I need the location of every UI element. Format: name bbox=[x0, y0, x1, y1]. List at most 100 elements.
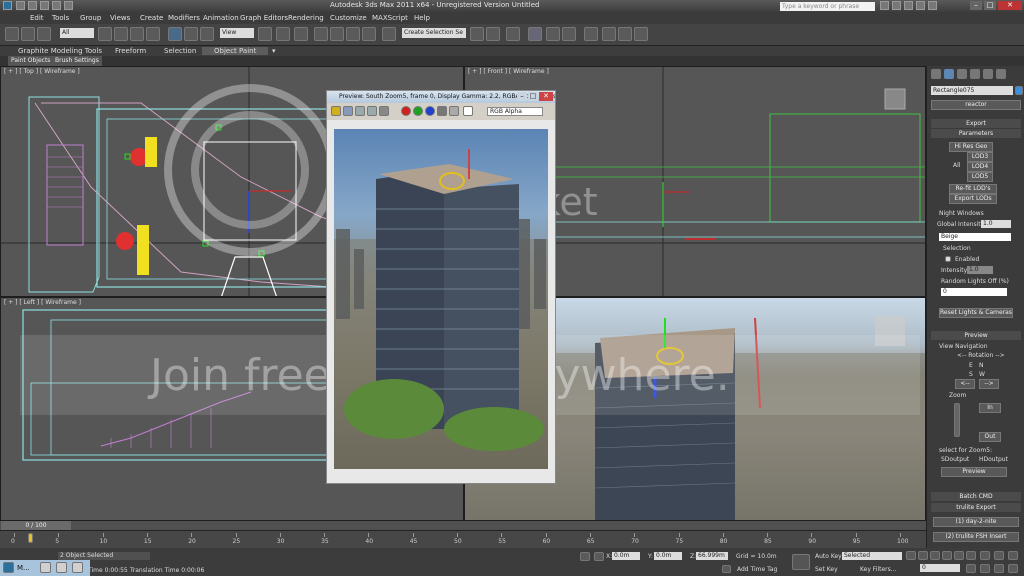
select-by-name-button[interactable] bbox=[114, 27, 128, 41]
alpha-channel-icon[interactable] bbox=[437, 106, 447, 116]
undo-icon[interactable] bbox=[52, 1, 61, 10]
enabled-checkbox[interactable] bbox=[945, 256, 951, 262]
go-to-start-icon[interactable] bbox=[906, 551, 916, 560]
maximize-viewport-icon[interactable] bbox=[1008, 551, 1018, 560]
monochrome-icon[interactable] bbox=[449, 106, 459, 116]
swatch-icon[interactable] bbox=[463, 106, 473, 116]
select-object-button[interactable] bbox=[98, 27, 112, 41]
previous-frame-icon[interactable] bbox=[918, 551, 928, 560]
edit-named-selection-button[interactable] bbox=[382, 27, 396, 41]
clear-icon[interactable] bbox=[379, 106, 389, 116]
compass-s[interactable]: S bbox=[969, 371, 973, 378]
display-tab-icon[interactable] bbox=[983, 69, 993, 79]
graphite-toggle-button[interactable] bbox=[528, 27, 542, 41]
ribbon-options-icon[interactable]: ▾ bbox=[272, 47, 276, 55]
add-time-tag-button[interactable]: Add Time Tag bbox=[737, 566, 777, 573]
time-slider-track[interactable]: 0 / 100 bbox=[0, 521, 926, 530]
menu-customize[interactable]: Customize bbox=[330, 14, 367, 22]
tab-freeform[interactable]: Freeform bbox=[115, 47, 146, 55]
menu-tools[interactable]: Tools bbox=[52, 14, 69, 22]
rotate-button[interactable] bbox=[184, 27, 198, 41]
set-key-button[interactable]: Set Key bbox=[815, 566, 838, 573]
open-file-icon[interactable] bbox=[28, 1, 37, 10]
sdoutput-radio[interactable]: SDoutput bbox=[941, 456, 969, 463]
intensity-spinner[interactable]: 1.0 bbox=[967, 266, 993, 274]
help-icon[interactable] bbox=[928, 1, 937, 10]
clone-frame-icon[interactable] bbox=[355, 106, 365, 116]
orbit-icon[interactable] bbox=[994, 564, 1004, 573]
tab-object-paint[interactable]: Object Paint bbox=[202, 47, 269, 55]
global-intensity-spinner[interactable]: 1.0 bbox=[981, 220, 1011, 228]
search-icon[interactable] bbox=[880, 1, 889, 10]
time-slider[interactable]: 0 / 100 bbox=[1, 521, 71, 530]
utilities-tab-icon[interactable] bbox=[996, 69, 1006, 79]
lod5-button[interactable]: LOD5 bbox=[967, 172, 993, 182]
absolute-mode-icon[interactable] bbox=[594, 552, 604, 561]
export-lods-button[interactable]: Export LODs bbox=[949, 194, 997, 204]
tab-selection[interactable]: Selection bbox=[164, 47, 196, 55]
layer-manager-button[interactable] bbox=[506, 27, 520, 41]
tab-graphite-modeling-tools[interactable]: Graphite Modeling Tools bbox=[18, 47, 102, 55]
align-button[interactable] bbox=[486, 27, 500, 41]
time-tag-icon[interactable] bbox=[722, 565, 731, 573]
save-file-icon[interactable] bbox=[40, 1, 49, 10]
hi-res-geo-button[interactable]: Hi Res Geo bbox=[949, 142, 993, 152]
percent-snap-button[interactable] bbox=[346, 27, 360, 41]
key-mode-dropdown[interactable]: Selected bbox=[842, 552, 902, 560]
reset-lights-button[interactable]: Reset Lights & Cameras bbox=[939, 308, 1013, 318]
menu-views[interactable]: Views bbox=[110, 14, 130, 22]
named-selection-dropdown[interactable]: Create Selection Se bbox=[402, 28, 466, 38]
preview-close-button[interactable]: ✕ bbox=[539, 92, 553, 101]
create-tab-icon[interactable] bbox=[931, 69, 941, 79]
current-frame-field[interactable]: 0 bbox=[920, 564, 960, 572]
menu-group[interactable]: Group bbox=[80, 14, 101, 22]
close-button[interactable]: ✕ bbox=[998, 1, 1022, 10]
compass-n[interactable]: N bbox=[979, 362, 984, 369]
schematic-view-button[interactable] bbox=[562, 27, 576, 41]
preview-minimize-button[interactable]: – bbox=[517, 92, 527, 101]
preview-rollout[interactable]: Preview bbox=[931, 331, 1021, 340]
menu-create[interactable]: Create bbox=[140, 14, 163, 22]
red-channel-icon[interactable] bbox=[401, 106, 411, 116]
random-lights-dropdown[interactable]: 0 bbox=[941, 288, 1007, 296]
favorites-icon[interactable] bbox=[916, 1, 925, 10]
render-production-button[interactable] bbox=[634, 27, 648, 41]
snaps-toggle-button[interactable] bbox=[314, 27, 328, 41]
rendered-frame-window-button[interactable] bbox=[618, 27, 632, 41]
lod4-button[interactable]: LOD4 bbox=[967, 162, 993, 172]
object-name-field[interactable]: Rectangle075 bbox=[931, 86, 1013, 95]
communication-icon[interactable] bbox=[904, 1, 913, 10]
window-crossing-button[interactable] bbox=[146, 27, 160, 41]
curve-editor-button[interactable] bbox=[546, 27, 560, 41]
hierarchy-tab-icon[interactable] bbox=[957, 69, 967, 79]
x-coordinate-field[interactable]: 0.0m bbox=[612, 552, 640, 560]
render-setup-button[interactable] bbox=[602, 27, 616, 41]
blue-channel-icon[interactable] bbox=[425, 106, 435, 116]
reactor-button[interactable]: reactor bbox=[931, 100, 1021, 110]
material-editor-button[interactable] bbox=[584, 27, 598, 41]
select-link-button[interactable] bbox=[37, 27, 51, 41]
auto-key-button[interactable]: Auto Key bbox=[815, 553, 842, 560]
angle-snap-button[interactable] bbox=[330, 27, 344, 41]
scale-button[interactable] bbox=[200, 27, 214, 41]
track-bar[interactable]: 0 5 10 15 20 25 30 35 40 45 50 55 60 65 70 75 80 85 90 95 10… bbox=[0, 530, 926, 548]
motion-tab-icon[interactable] bbox=[970, 69, 980, 79]
preview-window[interactable]: Preview: South Zoom5, frame 0, Display G… bbox=[326, 90, 556, 484]
all-label[interactable]: All bbox=[953, 162, 960, 169]
rotate-left-button[interactable]: <-- bbox=[955, 379, 975, 389]
fsh-insert-button[interactable]: (2) trulite FSH Insert bbox=[933, 532, 1019, 542]
go-to-end-icon[interactable] bbox=[954, 551, 964, 560]
compass-e[interactable]: E bbox=[969, 362, 973, 369]
keyboard-shortcut-toggle-button[interactable] bbox=[294, 27, 308, 41]
lock-selection-icon[interactable] bbox=[580, 552, 590, 561]
compass-w[interactable]: W bbox=[979, 371, 985, 378]
minimize-button[interactable]: – bbox=[970, 1, 982, 10]
maximize-button[interactable]: □ bbox=[984, 1, 996, 10]
zoom-out-button[interactable]: Out bbox=[979, 432, 1001, 442]
refit-lods-button[interactable]: Re-fit LOD's bbox=[949, 184, 997, 194]
rectangular-selection-button[interactable] bbox=[130, 27, 144, 41]
print-image-icon[interactable] bbox=[367, 106, 377, 116]
move-button[interactable] bbox=[168, 27, 182, 41]
modify-tab-icon[interactable] bbox=[944, 69, 954, 79]
zoom-icon[interactable] bbox=[966, 551, 976, 560]
